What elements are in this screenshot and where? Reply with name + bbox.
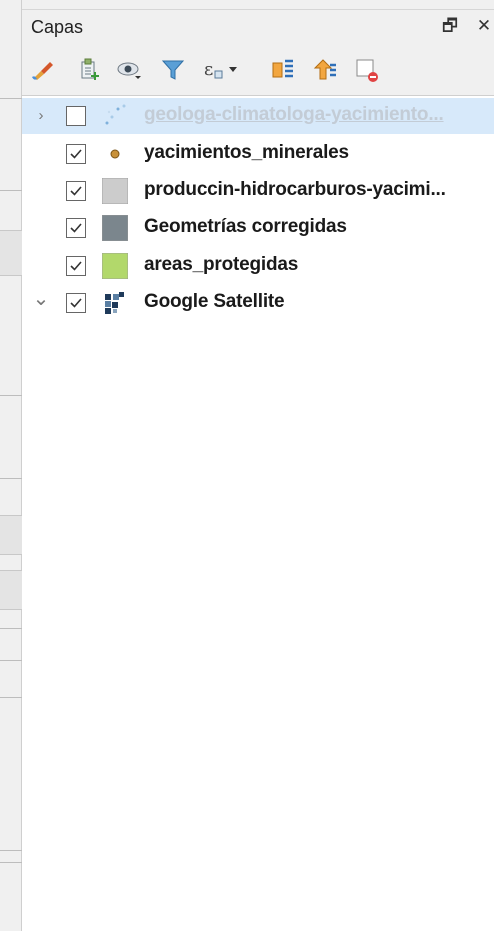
checkmark-icon (70, 223, 82, 233)
collapse-all-icon[interactable] (312, 57, 338, 83)
layer-visibility-checkbox[interactable] (66, 106, 86, 126)
layer-name: Google Satellite (144, 291, 285, 312)
layer-name: geologa-climatologa-yacimiento... (144, 104, 444, 125)
raster-layer-icon (102, 290, 128, 316)
layer-row[interactable]: › geologa-climatologa-yacimiento... (22, 98, 494, 134)
point-cloud-layer-icon (102, 103, 128, 129)
expander-placeholder (32, 145, 50, 163)
divider (0, 190, 22, 191)
svg-text:ε: ε (204, 59, 213, 80)
expander-placeholder (32, 257, 50, 275)
chevron-down-icon[interactable]: ⌄ (32, 289, 50, 309)
add-group-icon[interactable] (76, 57, 102, 83)
layer-visibility-checkbox[interactable] (66, 144, 86, 164)
layers-panel-header: Capas 🗗 ✕ (22, 10, 494, 44)
chevron-right-icon[interactable]: › (32, 107, 50, 125)
layers-toolbar: ε (22, 44, 494, 96)
layer-visibility-checkbox[interactable] (66, 181, 86, 201)
layer-name: Geometrías corregidas (144, 216, 347, 237)
filter-legend-icon[interactable] (160, 57, 186, 83)
checkmark-icon (70, 298, 82, 308)
polygon-symbol-icon (101, 252, 129, 280)
polygon-symbol-icon (101, 214, 129, 242)
layer-tree: › geologa-climatologa-yacimiento... yacimi… (22, 96, 494, 931)
checkmark-icon (70, 149, 82, 159)
restore-icon[interactable]: 🗗 (440, 16, 460, 36)
layer-name: produccin-hidrocarburos-yacimi... (144, 179, 446, 200)
top-edge (22, 0, 494, 10)
expander-placeholder (32, 219, 50, 237)
checkmark-icon (70, 261, 82, 271)
layer-name: areas_protegidas (144, 254, 299, 275)
checkmark-icon (70, 186, 82, 196)
divider (0, 395, 22, 396)
layer-row[interactable]: areas_protegidas (22, 248, 494, 284)
adjacent-panel-strip (0, 0, 22, 931)
remove-layer-icon[interactable] (354, 57, 380, 83)
expander-placeholder (32, 182, 50, 200)
manage-map-themes-icon[interactable] (116, 57, 142, 83)
adjacent-panel-row (0, 515, 22, 555)
adjacent-panel-row (0, 570, 22, 610)
adjacent-panel-row (0, 230, 22, 276)
point-symbol-icon (102, 141, 128, 167)
panel-title: Capas (31, 17, 84, 37)
divider (0, 660, 22, 661)
filter-by-expression-icon[interactable]: ε (202, 57, 240, 83)
close-icon[interactable]: ✕ (474, 16, 494, 36)
layer-row[interactable]: yacimientos_minerales (22, 136, 494, 172)
layer-row[interactable]: ⌄ Google Satellite (22, 285, 494, 321)
divider (0, 98, 22, 99)
divider (0, 862, 22, 863)
style-manager-icon[interactable] (30, 57, 56, 83)
layer-row[interactable]: Geometrías corregidas (22, 210, 494, 246)
layer-visibility-checkbox[interactable] (66, 293, 86, 313)
layer-visibility-checkbox[interactable] (66, 256, 86, 276)
divider (0, 697, 22, 698)
divider (0, 850, 22, 851)
layer-name: yacimientos_minerales (144, 142, 349, 163)
expand-all-icon[interactable] (270, 57, 296, 83)
layer-visibility-checkbox[interactable] (66, 218, 86, 238)
divider (0, 628, 22, 629)
divider (0, 478, 22, 479)
polygon-symbol-icon (101, 177, 129, 205)
layer-row[interactable]: produccin-hidrocarburos-yacimi... (22, 173, 494, 209)
